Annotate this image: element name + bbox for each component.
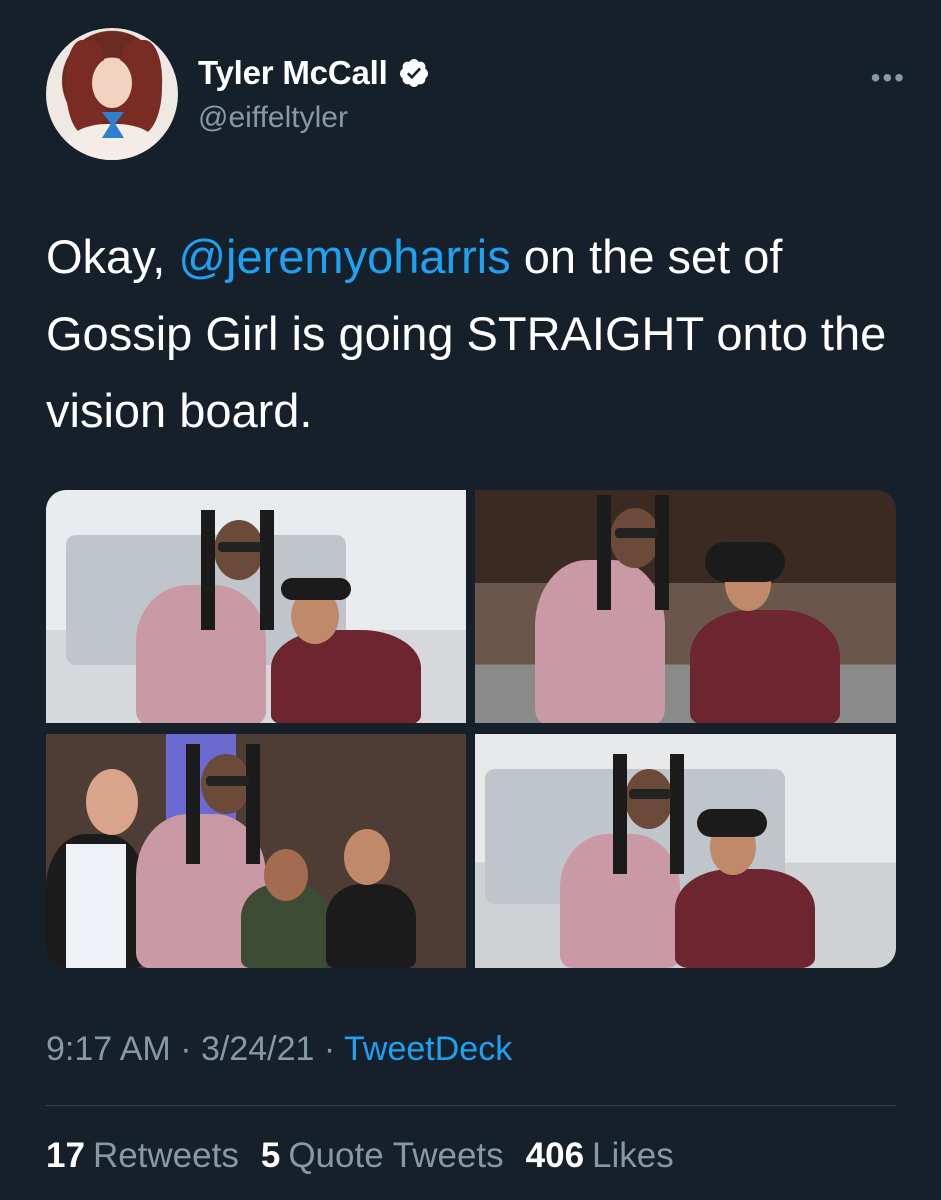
retweets-count: 17 [46,1136,85,1175]
tweet-meta: 9:17 AM · 3/24/21 · TweetDeck [46,1030,512,1069]
engagement-stats: 17 Retweets 5 Quote Tweets 406 Likes [46,1136,696,1176]
divider [46,1105,896,1106]
meta-separator: · [314,1030,345,1068]
more-options-icon[interactable]: ••• [871,62,906,94]
verified-badge-icon [399,59,428,87]
quote-tweets-label: Quote Tweets [288,1136,504,1175]
author-name-row: Tyler McCall [198,54,430,92]
photo-1[interactable] [46,490,466,723]
avatar[interactable] [46,28,178,160]
tweet-date[interactable]: 3/24/21 [201,1030,314,1068]
author-handle[interactable]: @eiffeltyler [198,101,348,135]
photo-grid [46,490,896,968]
mention-link[interactable]: @jeremyoharris [178,230,510,283]
photo-3[interactable] [46,734,466,968]
photo-4[interactable] [475,734,896,968]
photo-2[interactable] [475,490,896,723]
likes-label: Likes [592,1136,674,1175]
quote-tweets-count: 5 [260,1136,281,1175]
retweets-label: Retweets [92,1136,239,1175]
retweets-stat[interactable]: 17 Retweets [46,1136,239,1176]
tweet-header: Tyler McCall @eiffeltyler ••• [46,28,906,163]
meta-separator: · [170,1030,201,1068]
tweet-text: Okay, @jeremyoharris on the set of Gossi… [46,218,906,449]
tweet-source-link[interactable]: TweetDeck [344,1030,512,1068]
quote-tweets-stat[interactable]: 5 Quote Tweets [261,1136,504,1176]
author-name[interactable]: Tyler McCall [198,54,388,92]
tweet-time[interactable]: 9:17 AM [46,1030,171,1068]
tweet-text-start: Okay, [46,230,179,283]
likes-stat[interactable]: 406 Likes [526,1136,674,1176]
likes-count: 406 [525,1136,585,1175]
